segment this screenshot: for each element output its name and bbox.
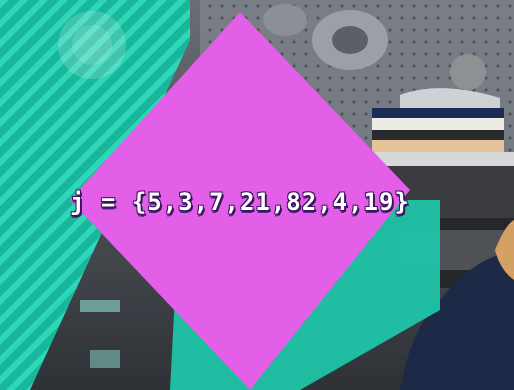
video-frame: j = {5,3,7,21,82,4,19} <box>0 0 514 390</box>
book <box>372 108 504 118</box>
ball-object <box>450 54 486 90</box>
array-equation: j = {5,3,7,21,82,4,19} <box>70 188 410 216</box>
